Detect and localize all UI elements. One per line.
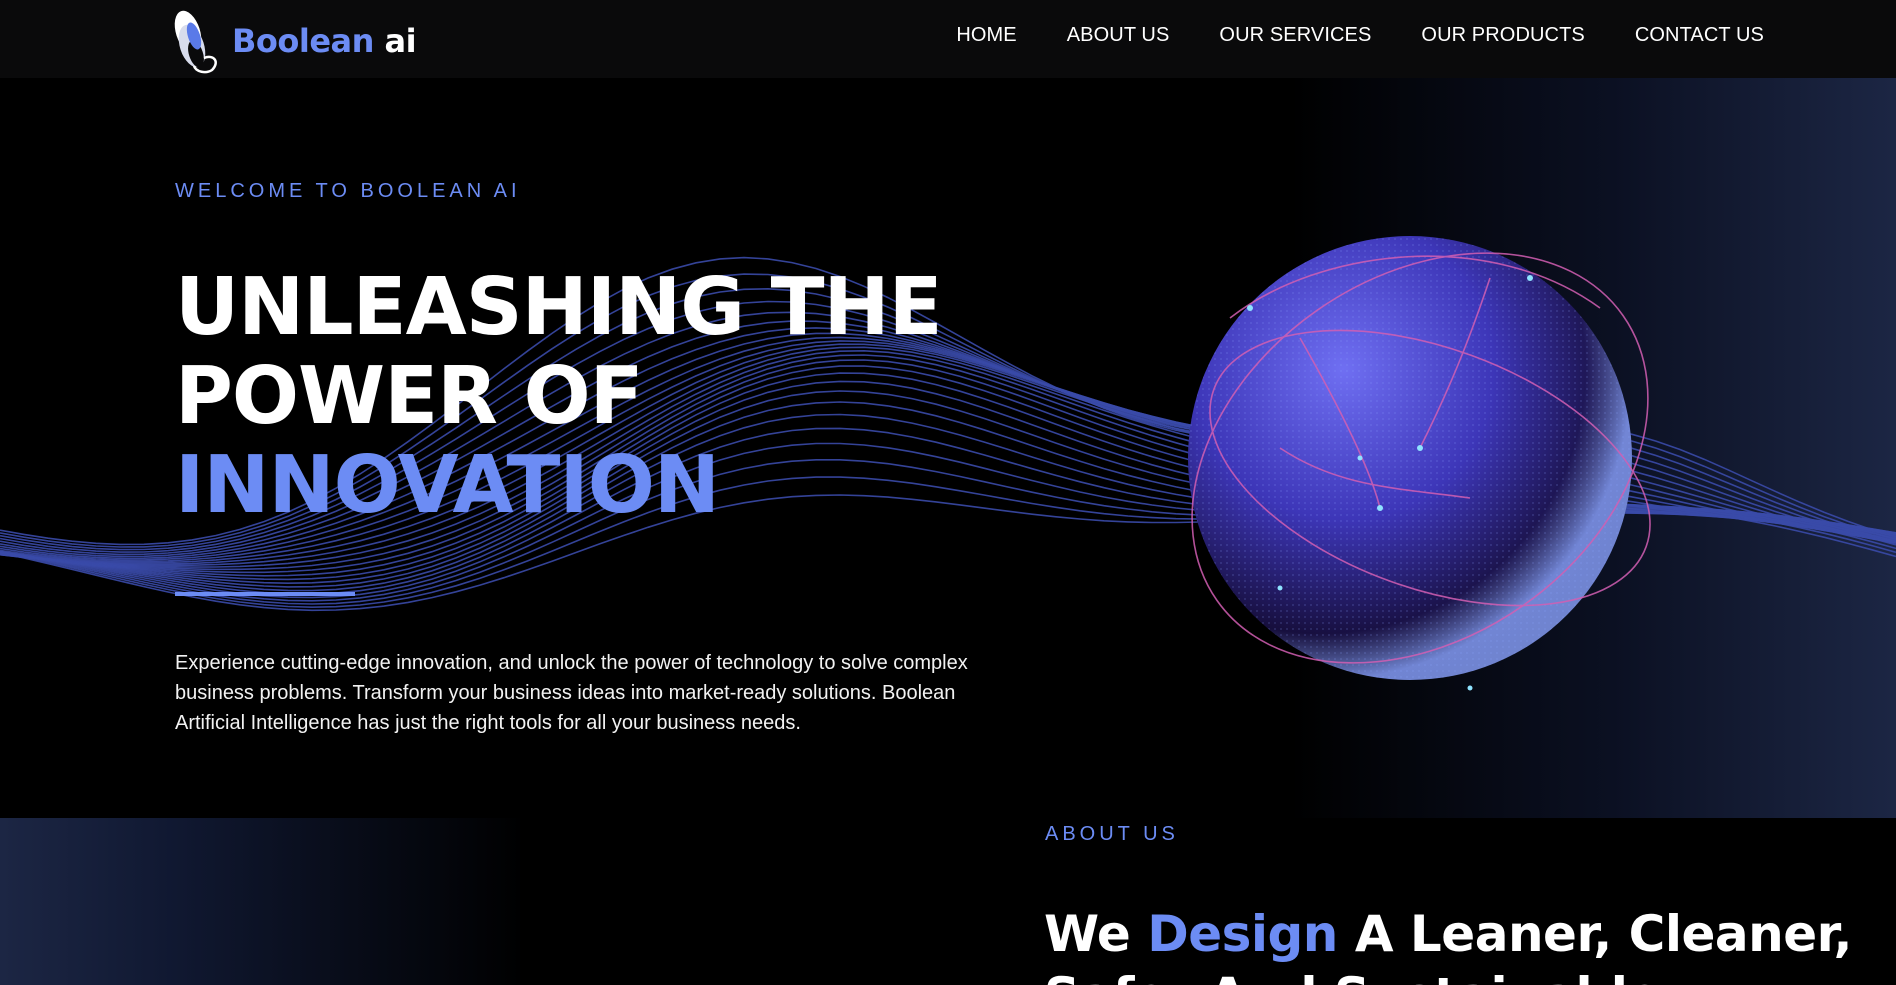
brand-logo[interactable]: Boolean ai bbox=[166, 6, 417, 76]
brand-wordmark: Boolean ai bbox=[232, 22, 417, 60]
hero-description: Experience cutting-edge innovation, and … bbox=[175, 652, 968, 734]
logo-mark-icon bbox=[174, 10, 217, 74]
hero-headline-line3: INNOVATION bbox=[175, 439, 720, 531]
hero-headline-line1: UNLEASHING THE bbox=[175, 261, 943, 353]
top-navbar: Boolean ai HOME ABOUT US OUR SERVICES OU… bbox=[0, 0, 1896, 78]
about-title-line2: Safer And Sustainable bbox=[1044, 967, 1661, 985]
brand-name-part1: Boolean bbox=[232, 22, 374, 60]
brand-name-part2: ai bbox=[384, 22, 417, 60]
hero-divider bbox=[175, 592, 355, 596]
hero-section: WELCOME TO BOOLEAN AI UNLEASHING THE POW… bbox=[0, 78, 1896, 818]
about-title: We Design A Leaner, Cleaner, Safer And S… bbox=[1044, 903, 1864, 985]
nav-our-products-link[interactable]: OUR PRODUCTS bbox=[1421, 24, 1584, 47]
nav-about-us-link[interactable]: ABOUT US bbox=[1067, 24, 1170, 47]
hero-eyebrow: WELCOME TO BOOLEAN AI bbox=[175, 180, 521, 202]
globe-graphic bbox=[1188, 236, 1651, 691]
nav-home-link[interactable]: HOME bbox=[956, 24, 1016, 47]
about-section: ABOUT US We Design A Leaner, Cleaner, Sa… bbox=[0, 818, 1896, 985]
nav-our-services-link[interactable]: OUR SERVICES bbox=[1219, 24, 1371, 47]
hero-headline: UNLEASHING THE POWER OF INNOVATION bbox=[175, 261, 943, 531]
about-image-panel bbox=[0, 818, 700, 985]
main-menu: HOME ABOUT US OUR SERVICES OUR PRODUCTS … bbox=[956, 0, 1764, 70]
about-eyebrow: ABOUT US bbox=[1045, 823, 1179, 845]
hero-headline-line2: POWER OF bbox=[175, 350, 644, 442]
about-title-accent: Design bbox=[1147, 905, 1338, 963]
about-title-part1: We bbox=[1044, 905, 1131, 963]
about-title-part2: A Leaner, Cleaner, bbox=[1354, 905, 1853, 963]
nav-contact-us-link[interactable]: CONTACT US bbox=[1635, 24, 1764, 47]
